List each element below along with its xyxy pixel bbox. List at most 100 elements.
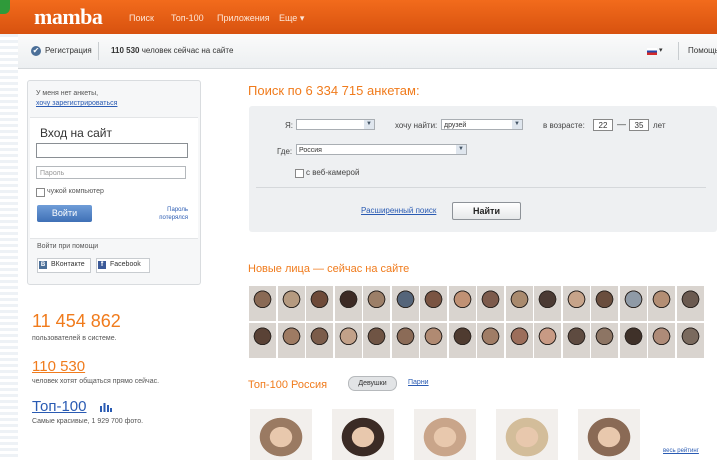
all-rating-link[interactable]: весь рейтинг: [663, 448, 699, 454]
profile-photo-thumbnail[interactable]: [277, 286, 305, 321]
online-count: 110 530 человек сейчас на сайте: [111, 46, 233, 55]
top100-section-title: Топ-100 Россия: [248, 379, 328, 391]
foreign-computer-label: чужой компьютер: [47, 188, 104, 195]
profile-photo-thumbnail[interactable]: [448, 323, 476, 358]
rating-bars-icon: [100, 403, 112, 412]
no-profile-text: У меня нет анкеты,: [36, 90, 99, 97]
browser-corner-mark: [0, 0, 10, 14]
chevron-down-icon: ▼: [456, 145, 466, 154]
register-link[interactable]: Регистрация: [45, 46, 92, 55]
tab-guys[interactable]: Парни: [408, 379, 429, 386]
profile-photo-thumbnail[interactable]: [420, 286, 447, 321]
profile-photo-thumbnail[interactable]: [648, 323, 675, 358]
new-faces-title: Новые лица — сейчас на сайте: [248, 263, 410, 275]
gender-select[interactable]: ▼: [296, 119, 375, 130]
nav-apps[interactable]: Приложения: [209, 11, 278, 25]
profile-photo-thumbnail[interactable]: [505, 323, 533, 358]
register-link[interactable]: хочу зарегистрироваться: [36, 100, 117, 107]
profile-photo-thumbnail[interactable]: [562, 323, 590, 358]
users-label: пользователей в системе.: [32, 335, 117, 342]
want-label: хочу найти:: [395, 121, 438, 130]
profile-photo-thumbnail[interactable]: [562, 286, 590, 321]
find-button[interactable]: Найти: [452, 202, 521, 220]
top100-link[interactable]: Топ-100: [32, 398, 86, 415]
foreign-computer-checkbox[interactable]: [36, 188, 45, 197]
webcam-label: с веб-камерой: [306, 168, 360, 177]
profile-photo-thumbnail[interactable]: [391, 286, 419, 321]
webcam-checkbox[interactable]: [295, 169, 304, 178]
profile-photo-thumbnail[interactable]: [277, 323, 305, 358]
profile-photo-thumbnail[interactable]: [676, 286, 704, 321]
tab-girls[interactable]: Девушки: [348, 376, 397, 391]
profile-photo-thumbnail[interactable]: [306, 286, 333, 321]
password-input[interactable]: Пароль: [36, 166, 186, 179]
vk-icon: B: [39, 261, 47, 269]
profile-photo-thumbnail[interactable]: [363, 286, 390, 321]
chat-count-link[interactable]: 110 530: [32, 358, 85, 375]
chat-label: человек хотят общаться прямо сейчас.: [32, 378, 160, 385]
profile-photo-thumbnail[interactable]: [534, 323, 561, 358]
top100-photo[interactable]: [578, 409, 640, 460]
status-bar: ✔ Регистрация 110 530 человек сейчас на …: [18, 34, 717, 69]
years-label: лет: [653, 121, 666, 130]
facebook-label: Facebook: [110, 261, 141, 268]
profile-photo-thumbnail[interactable]: [334, 286, 362, 321]
online-number: 110 530: [111, 46, 140, 55]
age-to-input[interactable]: 35: [629, 119, 649, 131]
divider: [678, 42, 679, 60]
online-text: человек сейчас на сайте: [141, 46, 234, 55]
i-label: Я:: [285, 121, 293, 130]
nav-top100[interactable]: Топ-100: [163, 11, 212, 25]
language-flag-icon[interactable]: [647, 48, 657, 55]
checkmark-icon: ✔: [31, 46, 41, 56]
profile-photo-thumbnail[interactable]: [477, 323, 504, 358]
profile-photo-thumbnail[interactable]: [334, 323, 362, 358]
login-input[interactable]: [36, 143, 188, 158]
login-title: Вход на сайт: [40, 126, 112, 140]
top100-photo[interactable]: [496, 409, 558, 460]
profile-photo-thumbnail[interactable]: [619, 323, 647, 358]
chevron-down-icon[interactable]: ▾: [659, 46, 663, 54]
age-label: в возрасте:: [543, 121, 585, 130]
facebook-icon: f: [98, 261, 106, 269]
profile-photo-thumbnail[interactable]: [448, 286, 476, 321]
profile-photo-thumbnail[interactable]: [249, 323, 276, 358]
profile-photo-thumbnail[interactable]: [477, 286, 504, 321]
top100-photo[interactable]: [414, 409, 476, 460]
profile-photo-thumbnail[interactable]: [391, 323, 419, 358]
profile-photo-thumbnail[interactable]: [619, 286, 647, 321]
profile-photo-thumbnail[interactable]: [676, 323, 704, 358]
profile-photo-thumbnail[interactable]: [505, 286, 533, 321]
mamba-logo[interactable]: mamba: [34, 4, 103, 30]
search-title: Поиск по 6 334 715 анкетам:: [248, 83, 420, 98]
profile-photo-thumbnail[interactable]: [420, 323, 447, 358]
chevron-down-icon: ▼: [364, 120, 374, 129]
location-select-value: Россия: [299, 147, 322, 154]
lost-password-link[interactable]: Пароль потерялся: [150, 206, 188, 222]
divider: [98, 42, 99, 60]
want-select-value: друзей: [444, 122, 467, 129]
advanced-search-link[interactable]: Расширенный поиск: [361, 206, 436, 215]
help-link[interactable]: Помощь: [688, 46, 717, 55]
users-count: 11 454 862: [32, 311, 121, 331]
profile-photo-thumbnail[interactable]: [591, 323, 618, 358]
profile-photo-thumbnail[interactable]: [249, 286, 276, 321]
want-select[interactable]: друзей ▼: [441, 119, 523, 130]
age-from-input[interactable]: 22: [593, 119, 613, 131]
nav-more[interactable]: Еще ▾: [271, 11, 312, 26]
profile-photo-thumbnail[interactable]: [306, 323, 333, 358]
profile-photo-thumbnail[interactable]: [363, 323, 390, 358]
chevron-down-icon: ▼: [512, 120, 522, 129]
top100-photo[interactable]: [332, 409, 394, 460]
profile-photo-thumbnail[interactable]: [534, 286, 561, 321]
login-via-label: Войти при помощи: [37, 243, 99, 250]
location-select[interactable]: Россия ▼: [296, 144, 467, 155]
nav-search[interactable]: Поиск: [121, 11, 162, 25]
login-button[interactable]: Войти: [37, 205, 92, 222]
where-label: Где:: [277, 147, 293, 156]
top100-photo[interactable]: [250, 409, 312, 460]
profile-photo-thumbnail[interactable]: [591, 286, 618, 321]
profile-photo-thumbnail[interactable]: [648, 286, 675, 321]
top-navigation-bar: [0, 0, 717, 34]
age-dash: —: [617, 119, 626, 129]
